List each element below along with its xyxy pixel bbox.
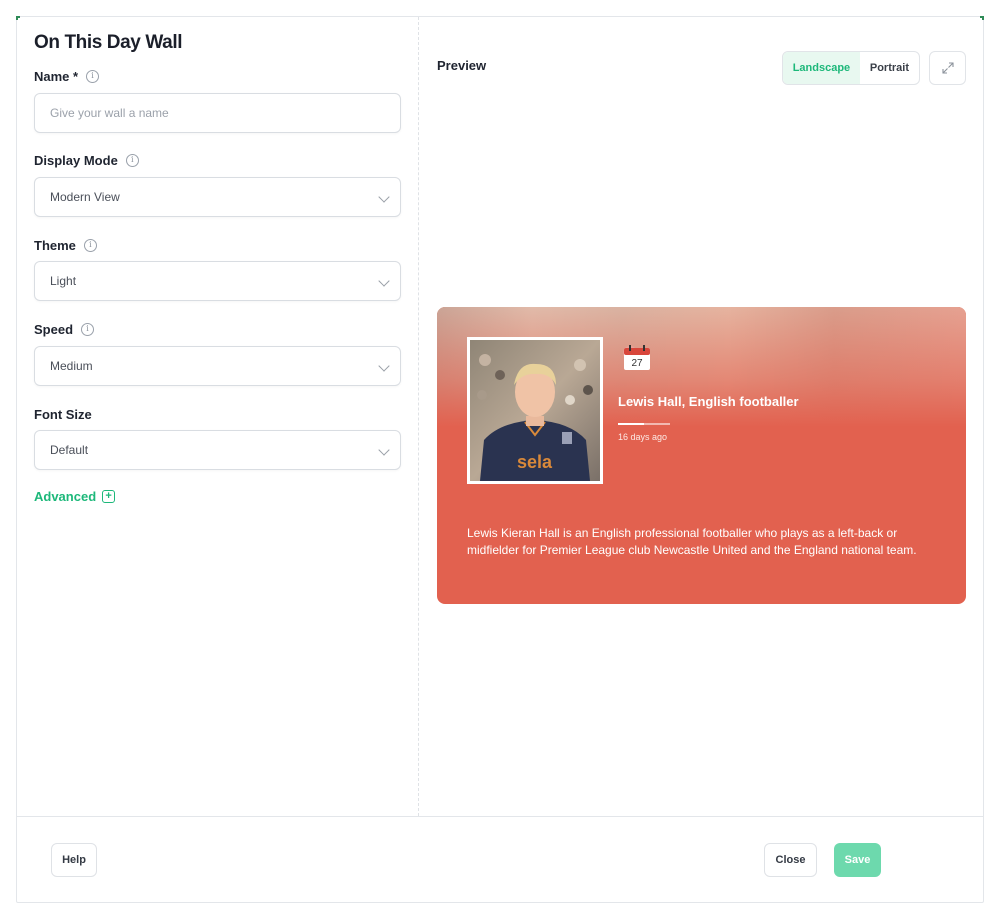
card-description: Lewis Kieran Hall is an English professi… (467, 526, 917, 557)
preview-label: Preview (437, 58, 487, 73)
orientation-toggle: Landscape Portrait (782, 51, 920, 85)
page-title: On This Day Wall (34, 32, 183, 53)
theme-select[interactable]: Light (34, 261, 401, 301)
person-photo: sela (467, 337, 603, 484)
speed-select[interactable]: Medium (34, 346, 401, 386)
theme-label: Theme i (34, 236, 97, 254)
font-size-value: Default (50, 443, 89, 457)
speed-label-text: Speed (34, 321, 74, 337)
calendar-day: 27 (631, 358, 643, 369)
expand-button[interactable] (929, 51, 966, 85)
display-mode-label: Display Mode i (34, 151, 139, 169)
tab-landscape[interactable]: Landscape (783, 52, 860, 84)
info-icon[interactable]: i (125, 153, 139, 167)
theme-value: Light (50, 274, 77, 288)
display-mode-value: Modern View (50, 190, 120, 204)
font-size-label: Font Size (34, 405, 92, 423)
card-progress-rule (618, 423, 670, 425)
sponsor-logo-text: sela (517, 452, 553, 472)
advanced-toggle[interactable]: Advanced + (34, 489, 116, 504)
font-size-select[interactable]: Default (34, 430, 401, 470)
chevron-down-icon (378, 360, 390, 372)
preview-card: sela 27 Lewis Hall, English footballer 1… (437, 307, 966, 604)
speed-label: Speed i (34, 320, 95, 338)
name-input[interactable]: Give your wall a name (34, 93, 401, 133)
card-title: Lewis Hall, English footballer (618, 394, 799, 409)
display-mode-select[interactable]: Modern View (34, 177, 401, 217)
display-mode-label-text: Display Mode (34, 152, 118, 168)
info-icon[interactable]: i (81, 322, 95, 336)
advanced-label: Advanced (34, 489, 97, 504)
card-timestamp: 16 days ago (618, 432, 668, 442)
name-label: Name * i (34, 67, 100, 85)
help-button[interactable]: Help (51, 843, 97, 877)
speed-value: Medium (50, 359, 93, 373)
corner-mark (980, 16, 984, 20)
info-icon[interactable]: i (83, 238, 97, 252)
footer-divider (17, 816, 983, 817)
expand-icon (941, 62, 954, 74)
plus-icon: + (102, 490, 116, 503)
close-button[interactable]: Close (764, 843, 817, 877)
save-button[interactable]: Save (834, 843, 881, 877)
corner-mark (16, 16, 20, 20)
chevron-down-icon (378, 191, 390, 203)
tab-portrait[interactable]: Portrait (860, 52, 919, 84)
font-size-label-text: Font Size (34, 406, 92, 422)
calendar-icon: 27 (622, 344, 650, 372)
theme-label-text: Theme (34, 237, 76, 253)
info-icon[interactable]: i (86, 69, 100, 83)
chevron-down-icon (378, 444, 390, 456)
name-label-text: Name * (34, 68, 79, 84)
panel-divider (418, 17, 419, 816)
chevron-down-icon (378, 275, 390, 287)
